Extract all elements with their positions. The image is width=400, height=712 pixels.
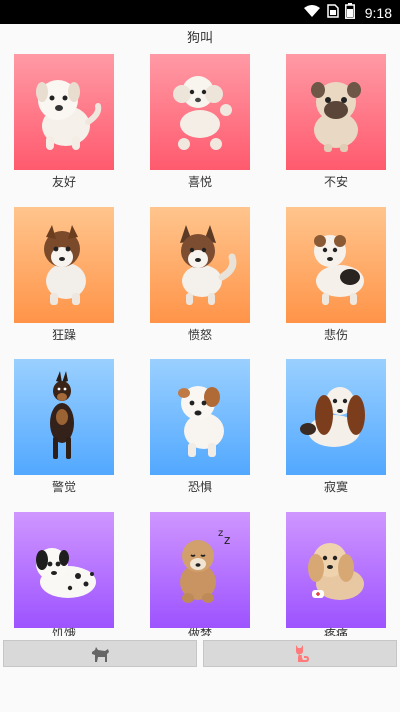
sound-tile-friendly[interactable]: 友好: [14, 54, 114, 189]
tile-label: 疼痛: [323, 627, 348, 636]
tile-label: 做梦: [187, 627, 212, 636]
puppy-dreaming-icon: z z: [180, 528, 230, 603]
sound-tile-joy[interactable]: 喜悦: [150, 54, 250, 189]
tile-label: 警觉: [51, 480, 76, 494]
dog-silhouette-icon: [92, 646, 109, 662]
sound-tile-sad[interactable]: 悲伤: [286, 207, 386, 342]
tile-label: 愤怒: [187, 328, 212, 342]
sound-tile-angry[interactable]: 愤怒: [150, 207, 250, 342]
tile-card[interactable]: [150, 54, 250, 170]
tile-card[interactable]: [14, 359, 114, 475]
sound-tile-pain[interactable]: 疼痛: [286, 512, 386, 636]
spaniel-pain-icon: [308, 543, 364, 600]
wifi-icon: [303, 4, 321, 22]
tile-label: 友好: [51, 175, 76, 189]
dog-sound-grid: 友好 喜悦 不安 狂躁 愤怒 悲伤 警觉 恐惧 寂寞 饥饿 z z 做梦 疼痛: [0, 54, 400, 636]
sound-tile-alert[interactable]: 警觉: [14, 359, 114, 494]
tile-card[interactable]: [286, 359, 386, 475]
bottom-bar: [0, 636, 400, 712]
tile-card[interactable]: [14, 512, 114, 628]
terrier-sad-icon: [314, 235, 364, 305]
tile-label: 不安: [323, 175, 348, 189]
sound-tile-hungry[interactable]: 饥饿: [14, 512, 114, 636]
sound-tile-uneasy[interactable]: 不安: [286, 54, 386, 189]
tile-card[interactable]: [286, 54, 386, 170]
pug-uneasy-icon: [311, 82, 361, 152]
sound-tile-dreaming[interactable]: z z 做梦: [150, 512, 250, 636]
sound-tile-manic[interactable]: 狂躁: [14, 207, 114, 342]
tile-label: 饥饿: [51, 627, 76, 636]
husky-angry-icon: [180, 225, 237, 305]
doberman-alert-icon: [50, 371, 74, 459]
svg-text:z: z: [224, 533, 230, 547]
bulldog-fear-icon: [178, 386, 224, 457]
svg-text:z: z: [218, 528, 223, 539]
page-title: 狗叫: [186, 31, 213, 46]
battery-icon: [344, 3, 355, 23]
tile-label: 寂寞: [323, 480, 348, 494]
basset-lonely-icon: [300, 387, 365, 447]
husky-manic-icon: [44, 225, 86, 305]
status-icons: 9:18: [303, 3, 392, 23]
tile-label: 恐惧: [187, 480, 212, 494]
tile-card[interactable]: [286, 207, 386, 323]
tile-card[interactable]: [150, 207, 250, 323]
sim-icon: [327, 4, 339, 22]
cat-silhouette-icon: [296, 644, 309, 662]
tile-card[interactable]: [286, 512, 386, 628]
cat-tab-button[interactable]: [203, 640, 397, 667]
puppy-friendly-icon: [36, 80, 102, 150]
poodle-joy-icon: [173, 76, 232, 150]
dalmatian-hungry-icon: [36, 548, 96, 598]
dog-tab-button[interactable]: [3, 640, 197, 667]
tile-card[interactable]: [150, 359, 250, 475]
tile-card[interactable]: [14, 207, 114, 323]
tile-card[interactable]: z z: [150, 512, 250, 628]
status-time: 9:18: [364, 5, 392, 21]
tile-label: 狂躁: [51, 328, 76, 342]
status-bar: 9:18: [0, 0, 400, 24]
tile-label: 喜悦: [187, 175, 212, 189]
tile-label: 悲伤: [323, 328, 348, 342]
sound-tile-lonely[interactable]: 寂寞: [286, 359, 386, 494]
tile-card[interactable]: [14, 54, 114, 170]
sound-tile-fear[interactable]: 恐惧: [150, 359, 250, 494]
